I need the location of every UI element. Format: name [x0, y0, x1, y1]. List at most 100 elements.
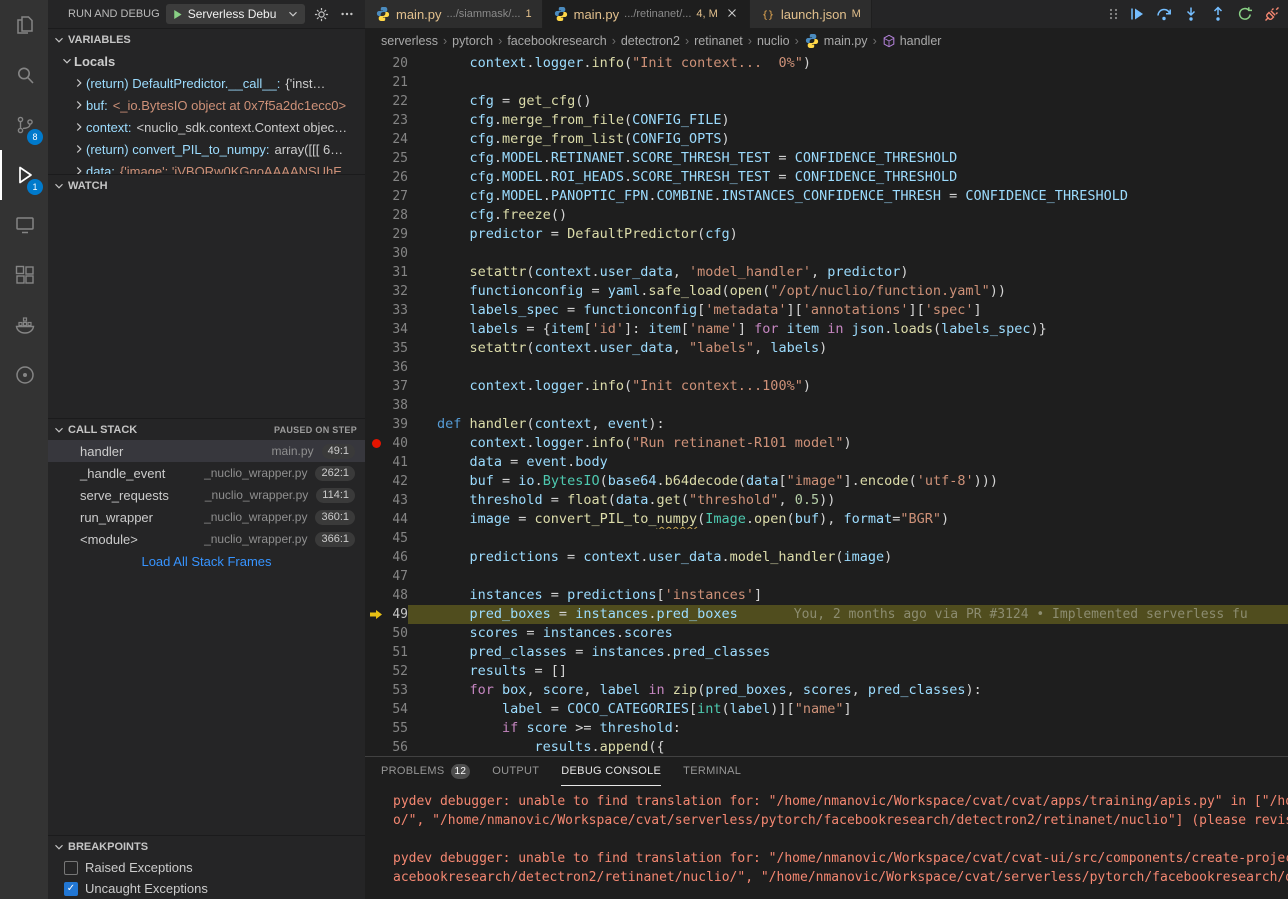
code-editor[interactable]: 20 context.logger.info("Init context... … [365, 54, 1288, 756]
breakpoint-row[interactable]: Raised Exceptions [48, 857, 365, 878]
code-text: context.logger.info("Init context... 0%"… [408, 54, 1288, 73]
breadcrumb: serverless›pytorch›facebookresearch›dete… [365, 28, 1288, 54]
debug-console-output[interactable]: pydev debugger: unable to find translati… [365, 786, 1288, 899]
breadcrumb-label: pytorch [452, 34, 493, 48]
watch-section-header[interactable]: WATCH [48, 174, 365, 196]
line-number: 27 [387, 187, 408, 206]
sidebar-title: RUN AND DEBUG [68, 8, 160, 20]
gear-icon[interactable] [311, 4, 331, 24]
gutter-cell[interactable] [365, 609, 387, 620]
breakpoints-section-title: BREAKPOINTS [68, 841, 148, 853]
docker-icon [13, 313, 37, 337]
gutter-cell[interactable] [365, 439, 387, 448]
circle-plugin-icon [13, 363, 37, 387]
stack-frame-row[interactable]: serve_requests_nuclio_wrapper.py114:1 [48, 484, 365, 506]
variable-name: (return) convert_PIL_to_numpy: [86, 142, 270, 157]
activity-bar-run-and-debug[interactable]: 1 [0, 150, 48, 200]
step-over-button[interactable] [1156, 6, 1172, 22]
code-line-55: 55 if score >= threshold: [365, 719, 1288, 738]
call-stack-section-header[interactable]: CALL STACK PAUSED ON STEP [48, 418, 365, 440]
code-text: image = convert_PIL_to_numpy(Image.open(… [408, 510, 1288, 529]
breadcrumb-label: nuclio [757, 34, 790, 48]
stack-frame-row[interactable]: <module>_nuclio_wrapper.py366:1 [48, 528, 365, 550]
panel-tab-output[interactable]: OUTPUT [492, 757, 539, 786]
disconnect-button[interactable] [1264, 6, 1280, 22]
breakpoint-row[interactable]: ✓Uncaught Exceptions [48, 878, 365, 899]
code-text: data = event.body [408, 453, 1288, 472]
code-line-37: 37 context.logger.info("Init context...1… [365, 377, 1288, 396]
breadcrumb-item-nuclio[interactable]: nuclio [757, 34, 790, 48]
code-line-46: 46 predictions = context.user_data.model… [365, 548, 1288, 567]
code-text: context.logger.info("Init context...100%… [408, 377, 1288, 396]
breakpoint-checkbox[interactable] [64, 861, 78, 875]
breadcrumb-item-handler[interactable]: handler [882, 34, 942, 48]
stack-frame-row[interactable]: _handle_event_nuclio_wrapper.py262:1 [48, 462, 365, 484]
debug-config-dropdown[interactable]: Serverless Debu [166, 4, 305, 24]
activity-bar-extensions[interactable] [0, 250, 48, 300]
close-icon[interactable] [725, 6, 739, 23]
breadcrumb-item-serverless[interactable]: serverless [381, 34, 438, 48]
stack-frame-row[interactable]: run_wrapper_nuclio_wrapper.py360:1 [48, 506, 365, 528]
variables-section-header[interactable]: VARIABLES [48, 28, 365, 50]
activity-bar-docker[interactable] [0, 300, 48, 350]
code-line-39: 39def handler(context, event): [365, 415, 1288, 434]
editor-tab-main.py[interactable]: main.py.../retinanet/...4, M [543, 0, 750, 28]
editor-tab-main.py[interactable]: main.py.../siammask/...1 [365, 0, 543, 28]
step-into-button[interactable] [1183, 6, 1199, 22]
variable-row[interactable]: data:{'image': 'iVBORw0KGgoAAAANSUhE… [48, 160, 365, 174]
line-number: 51 [387, 643, 408, 662]
code-line-21: 21 [365, 73, 1288, 92]
breadcrumb-item-detectron2[interactable]: detectron2 [621, 34, 680, 48]
step-out-button[interactable] [1210, 6, 1226, 22]
panel-tab-problems[interactable]: PROBLEMS12 [381, 757, 470, 786]
activity-bar-source-control[interactable]: 8 [0, 100, 48, 150]
scope-label: Locals [74, 54, 115, 69]
line-number: 30 [387, 244, 408, 263]
code-line-26: 26 cfg.MODEL.ROI_HEADS.SCORE_THRESH_TEST… [365, 168, 1288, 187]
code-line-40: 40 context.logger.info("Run retinanet-R1… [365, 434, 1288, 453]
activity-bar-remote-explorer[interactable] [0, 200, 48, 250]
breadcrumb-item-main.py[interactable]: main.py [804, 33, 868, 49]
code-text: threshold = float(data.get("threshold", … [408, 491, 1288, 510]
variable-row[interactable]: (return) convert_PIL_to_numpy:array([[[ … [48, 138, 365, 160]
python-icon [375, 6, 391, 22]
breakpoints-section-header[interactable]: BREAKPOINTS [48, 835, 365, 857]
load-all-stack-frames-link[interactable]: Load All Stack Frames [48, 550, 365, 572]
chevron-down-icon [286, 7, 300, 21]
breadcrumb-item-retinanet[interactable]: retinanet [694, 34, 743, 48]
vscode-window: 81 RUN AND DEBUG Serverless Debu VARIABL… [0, 0, 1288, 899]
breadcrumb-item-facebookresearch[interactable]: facebookresearch [507, 34, 606, 48]
line-number: 48 [387, 586, 408, 605]
panel-tab-terminal[interactable]: TERMINAL [683, 757, 741, 786]
start-debugging-icon[interactable] [171, 8, 184, 21]
line-number: 33 [387, 301, 408, 320]
frame-function: serve_requests [80, 488, 169, 503]
restart-button[interactable] [1237, 6, 1253, 22]
code-line-32: 32 functionconfig = yaml.safe_load(open(… [365, 282, 1288, 301]
breakpoint-checkbox[interactable]: ✓ [64, 882, 78, 896]
line-number: 26 [387, 168, 408, 187]
activity-bar-circle-plugin[interactable] [0, 350, 48, 400]
activity-bar-explorer[interactable] [0, 0, 48, 50]
more-actions-icon[interactable] [337, 4, 357, 24]
continue-button[interactable] [1129, 6, 1145, 22]
line-number: 42 [387, 472, 408, 491]
stack-frame-row[interactable]: handlermain.py49:1 [48, 440, 365, 462]
code-line-30: 30 [365, 244, 1288, 263]
panel-tab-debug-console[interactable]: DEBUG CONSOLE [561, 757, 661, 786]
breadcrumb-item-pytorch[interactable]: pytorch [452, 34, 493, 48]
variables-scope-locals[interactable]: Locals [48, 50, 365, 72]
tab-label: main.py [396, 7, 442, 22]
line-number: 37 [387, 377, 408, 396]
variable-row[interactable]: context:<nuclio_sdk.context.Context obje… [48, 116, 365, 138]
console-line: pydev debugger: unable to find translati… [393, 792, 1288, 811]
code-line-27: 27 cfg.MODEL.PANOPTIC_FPN.COMBINE.INSTAN… [365, 187, 1288, 206]
code-text: predictor = DefaultPredictor(cfg) [408, 225, 1288, 244]
debug-toolbar [1103, 0, 1286, 28]
activity-bar-search[interactable] [0, 50, 48, 100]
variable-value: {'image': 'iVBORw0KGgoAAAANSUhE… [120, 164, 355, 175]
variable-row[interactable]: buf:<_io.BytesIO object at 0x7f5a2dc1ecc… [48, 94, 365, 116]
editor-tab-launch.json[interactable]: {}launch.jsonM [750, 0, 872, 28]
variable-row[interactable]: (return) DefaultPredictor.__call__:{'ins… [48, 72, 365, 94]
drag-handle[interactable] [1109, 6, 1118, 22]
